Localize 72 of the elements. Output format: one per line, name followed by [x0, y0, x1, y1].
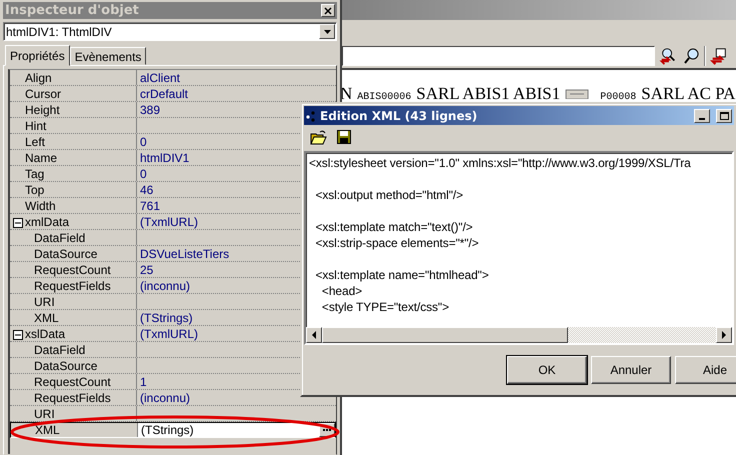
property-name: DataSource [34, 358, 98, 372]
property-value: (inconnu) [139, 278, 190, 292]
property-value: 1 [139, 374, 147, 388]
property-value: htmlDIV1 [139, 150, 190, 164]
property-name: RequestCount [34, 262, 111, 276]
property-name: xslData [25, 326, 66, 340]
document-text: N [340, 84, 352, 104]
property-name: RequestCount [34, 374, 111, 388]
property-value: (TxmlURL) [139, 326, 198, 340]
property-name: Align [25, 70, 52, 84]
property-value: 46 [139, 182, 154, 196]
property-name: XML [35, 423, 60, 437]
window-title: Inspecteur d'objet [5, 3, 139, 18]
dialog-button[interactable]: OK [507, 356, 587, 384]
close-icon[interactable] [324, 6, 332, 14]
minimize-icon[interactable] [699, 118, 705, 120]
collapse-icon[interactable] [13, 216, 23, 226]
property-value: (inconnu) [139, 390, 190, 404]
document-text: ABIS00006 [357, 92, 412, 103]
property-name: Width [25, 198, 56, 212]
find-next-icon[interactable] [658, 46, 678, 66]
dialog-button[interactable]: Aide [675, 356, 736, 384]
property-name: DataSource [34, 246, 98, 260]
code-text: <xsl:stylesheet version="1.0" xmlns:xsl="http://www.w3.org/1999/XSL/Tra <xsl:output method="html"/> <xsl:template match="text()"/> <xsl:strip-space elements="*"/> <xsl:template name="htmlhead"> <head> <style TYPE="text/css"> [308, 155, 692, 316]
collapse-icon[interactable] [13, 328, 23, 338]
maximize-button[interactable] [716, 108, 732, 122]
property-name: Cursor [25, 86, 62, 100]
close-button[interactable] [321, 4, 335, 17]
property-value: DSVueListeTiers [139, 246, 230, 260]
property-name: Tag [25, 166, 44, 180]
property-name: URI [34, 406, 55, 420]
replace-icon[interactable] [709, 46, 729, 66]
property-name: DataField [34, 342, 86, 356]
maximize-icon[interactable] [720, 112, 728, 120]
save-icon[interactable] [337, 130, 351, 144]
document-text: SARL AC PA [641, 84, 736, 104]
dialog-button[interactable]: Annuler [591, 356, 671, 384]
scrollbar[interactable] [306, 327, 732, 343]
property-value: crDefault [139, 86, 188, 100]
scroll-right-icon[interactable] [722, 331, 726, 339]
property-name: xmlData [25, 214, 70, 228]
property-name: RequestFields [34, 390, 111, 404]
scroll-left-icon[interactable] [312, 331, 316, 339]
property-name: RequestFields [34, 278, 111, 292]
property-value: (TxmlURL) [139, 214, 198, 228]
minimize-button[interactable] [694, 108, 710, 122]
dots-icon [306, 110, 316, 122]
property-value: 761 [139, 198, 160, 212]
property-value: 0 [139, 166, 147, 180]
property-name: Left [25, 134, 46, 148]
open-folder-icon[interactable] [310, 129, 327, 145]
property-value: 389 [139, 102, 160, 116]
property-name: Name [25, 150, 58, 164]
object-selector[interactable]: htmlDIV1: ThtmlDIV [3, 22, 337, 41]
document-text: SARL ABIS1 ABIS1 [416, 84, 560, 104]
property-value: 0 [139, 134, 147, 148]
property-name: Top [25, 182, 44, 196]
tab[interactable]: Evènements [70, 47, 146, 65]
property-name: URI [34, 294, 55, 308]
property-value: (TStrings) [139, 310, 193, 324]
property-name: Hint [25, 118, 46, 132]
property-name: DataField [34, 230, 86, 244]
property-value: 25 [139, 262, 154, 276]
tab[interactable]: Propriétés [5, 45, 70, 66]
property-value: (TStrings) [140, 423, 194, 437]
property-value: alClient [139, 70, 180, 84]
property-name: Height [25, 102, 60, 116]
window-title: Edition XML (43 lignes) [320, 108, 478, 122]
property-name: XML [34, 310, 59, 324]
dropdown-icon[interactable] [319, 24, 335, 39]
document-text: P00008 [600, 92, 636, 103]
code-editor[interactable] [304, 151, 734, 345]
